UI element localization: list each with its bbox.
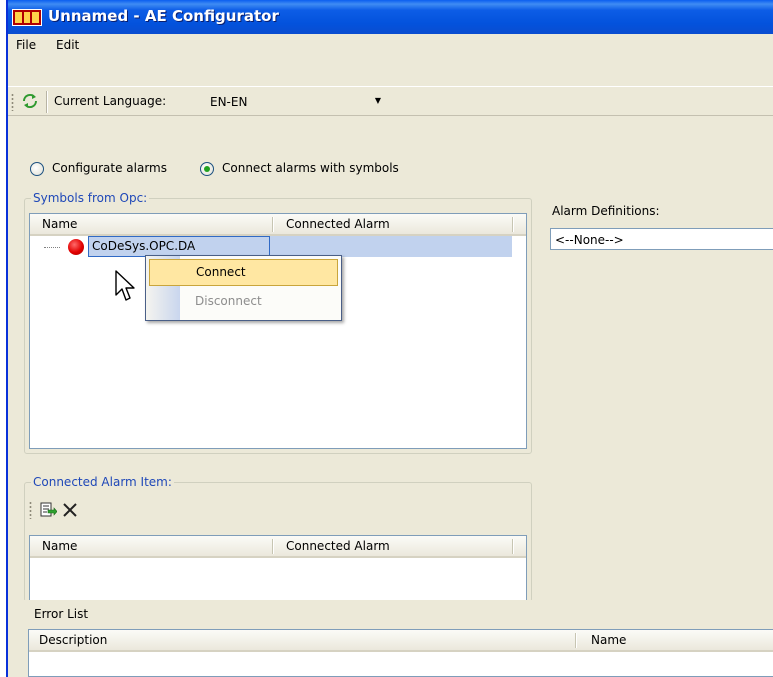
edit-icon[interactable]	[39, 501, 58, 519]
menu-bar: File Edit	[8, 34, 773, 58]
tree-node-label[interactable]: CoDeSys.OPC.DA	[88, 236, 270, 257]
app-window: Unnamed - AE Configurator File Edit Curr…	[6, 0, 773, 677]
connected-alarm-list[interactable]: Name Connected Alarm	[29, 535, 527, 603]
language-dropdown[interactable]: EN-EN ▼	[206, 90, 392, 112]
column-description[interactable]: Description	[39, 633, 107, 647]
symbols-list[interactable]: Name Connected Alarm CoDeSys.OPC.DA	[29, 213, 527, 449]
radio-connect-alarms[interactable]	[200, 162, 214, 176]
menu-file[interactable]: File	[16, 38, 36, 52]
radio-configurate-alarms-label[interactable]: Configurate alarms	[52, 161, 167, 175]
column-connected-alarm[interactable]: Connected Alarm	[286, 539, 390, 553]
alarm-definitions-value[interactable]: <--None-->	[555, 233, 624, 247]
menu-item-connect[interactable]: Connect	[149, 259, 338, 286]
current-language-label: Current Language:	[54, 94, 167, 108]
column-divider[interactable]	[575, 633, 576, 648]
context-menu: Connect Disconnect	[145, 255, 342, 321]
column-divider[interactable]	[512, 539, 513, 554]
error-list[interactable]: Description Name	[28, 629, 773, 677]
tree-connector	[44, 247, 60, 248]
error-list-header: Description Name	[29, 630, 773, 652]
error-list-panel: Error List Description Name	[22, 600, 773, 677]
row-selection-highlight	[270, 236, 512, 257]
column-name[interactable]: Name	[591, 633, 626, 647]
connected-alarm-toolbar	[27, 497, 107, 523]
menu-edit[interactable]: Edit	[56, 38, 79, 52]
symbols-group-title: Symbols from Opc:	[31, 191, 150, 205]
radio-configurate-alarms[interactable]	[30, 162, 44, 176]
symbols-group: Symbols from Opc: Name Connected Alarm C…	[24, 191, 532, 454]
connected-alarm-item-group: Connected Alarm Item: Name Connected Ala…	[24, 475, 532, 603]
title-bar[interactable]: Unnamed - AE Configurator	[8, 0, 773, 34]
delete-icon[interactable]	[61, 501, 79, 519]
column-divider[interactable]	[272, 217, 273, 232]
error-list-title: Error List	[34, 607, 89, 621]
refresh-icon[interactable]	[20, 91, 40, 111]
column-name[interactable]: Name	[42, 539, 77, 553]
column-divider[interactable]	[272, 539, 273, 554]
toolbar-grip[interactable]	[29, 501, 32, 519]
language-value: EN-EN	[210, 95, 248, 109]
window-title: Unnamed - AE Configurator	[48, 7, 279, 25]
chevron-down-icon[interactable]: ▼	[372, 95, 384, 107]
alarm-definitions-list[interactable]: <--None-->	[550, 228, 773, 250]
mouse-cursor-icon	[115, 270, 139, 304]
app-icon	[12, 9, 42, 26]
language-toolbar: Current Language: EN-EN ▼	[8, 86, 773, 116]
alarm-definitions-label: Alarm Definitions:	[552, 204, 660, 218]
connected-alarm-item-title: Connected Alarm Item:	[31, 475, 174, 489]
menu-item-disconnect[interactable]: Disconnect	[149, 289, 338, 316]
connected-alarm-list-header: Name Connected Alarm	[30, 536, 526, 558]
symbols-list-header: Name Connected Alarm	[30, 214, 526, 236]
toolbar-grip[interactable]	[11, 93, 14, 111]
stop-icon	[68, 239, 84, 255]
toolbar-separator	[46, 91, 47, 113]
column-name[interactable]: Name	[42, 217, 77, 231]
radio-connect-alarms-label[interactable]: Connect alarms with symbols	[222, 161, 399, 175]
column-divider[interactable]	[512, 217, 513, 232]
column-connected-alarm[interactable]: Connected Alarm	[286, 217, 390, 231]
